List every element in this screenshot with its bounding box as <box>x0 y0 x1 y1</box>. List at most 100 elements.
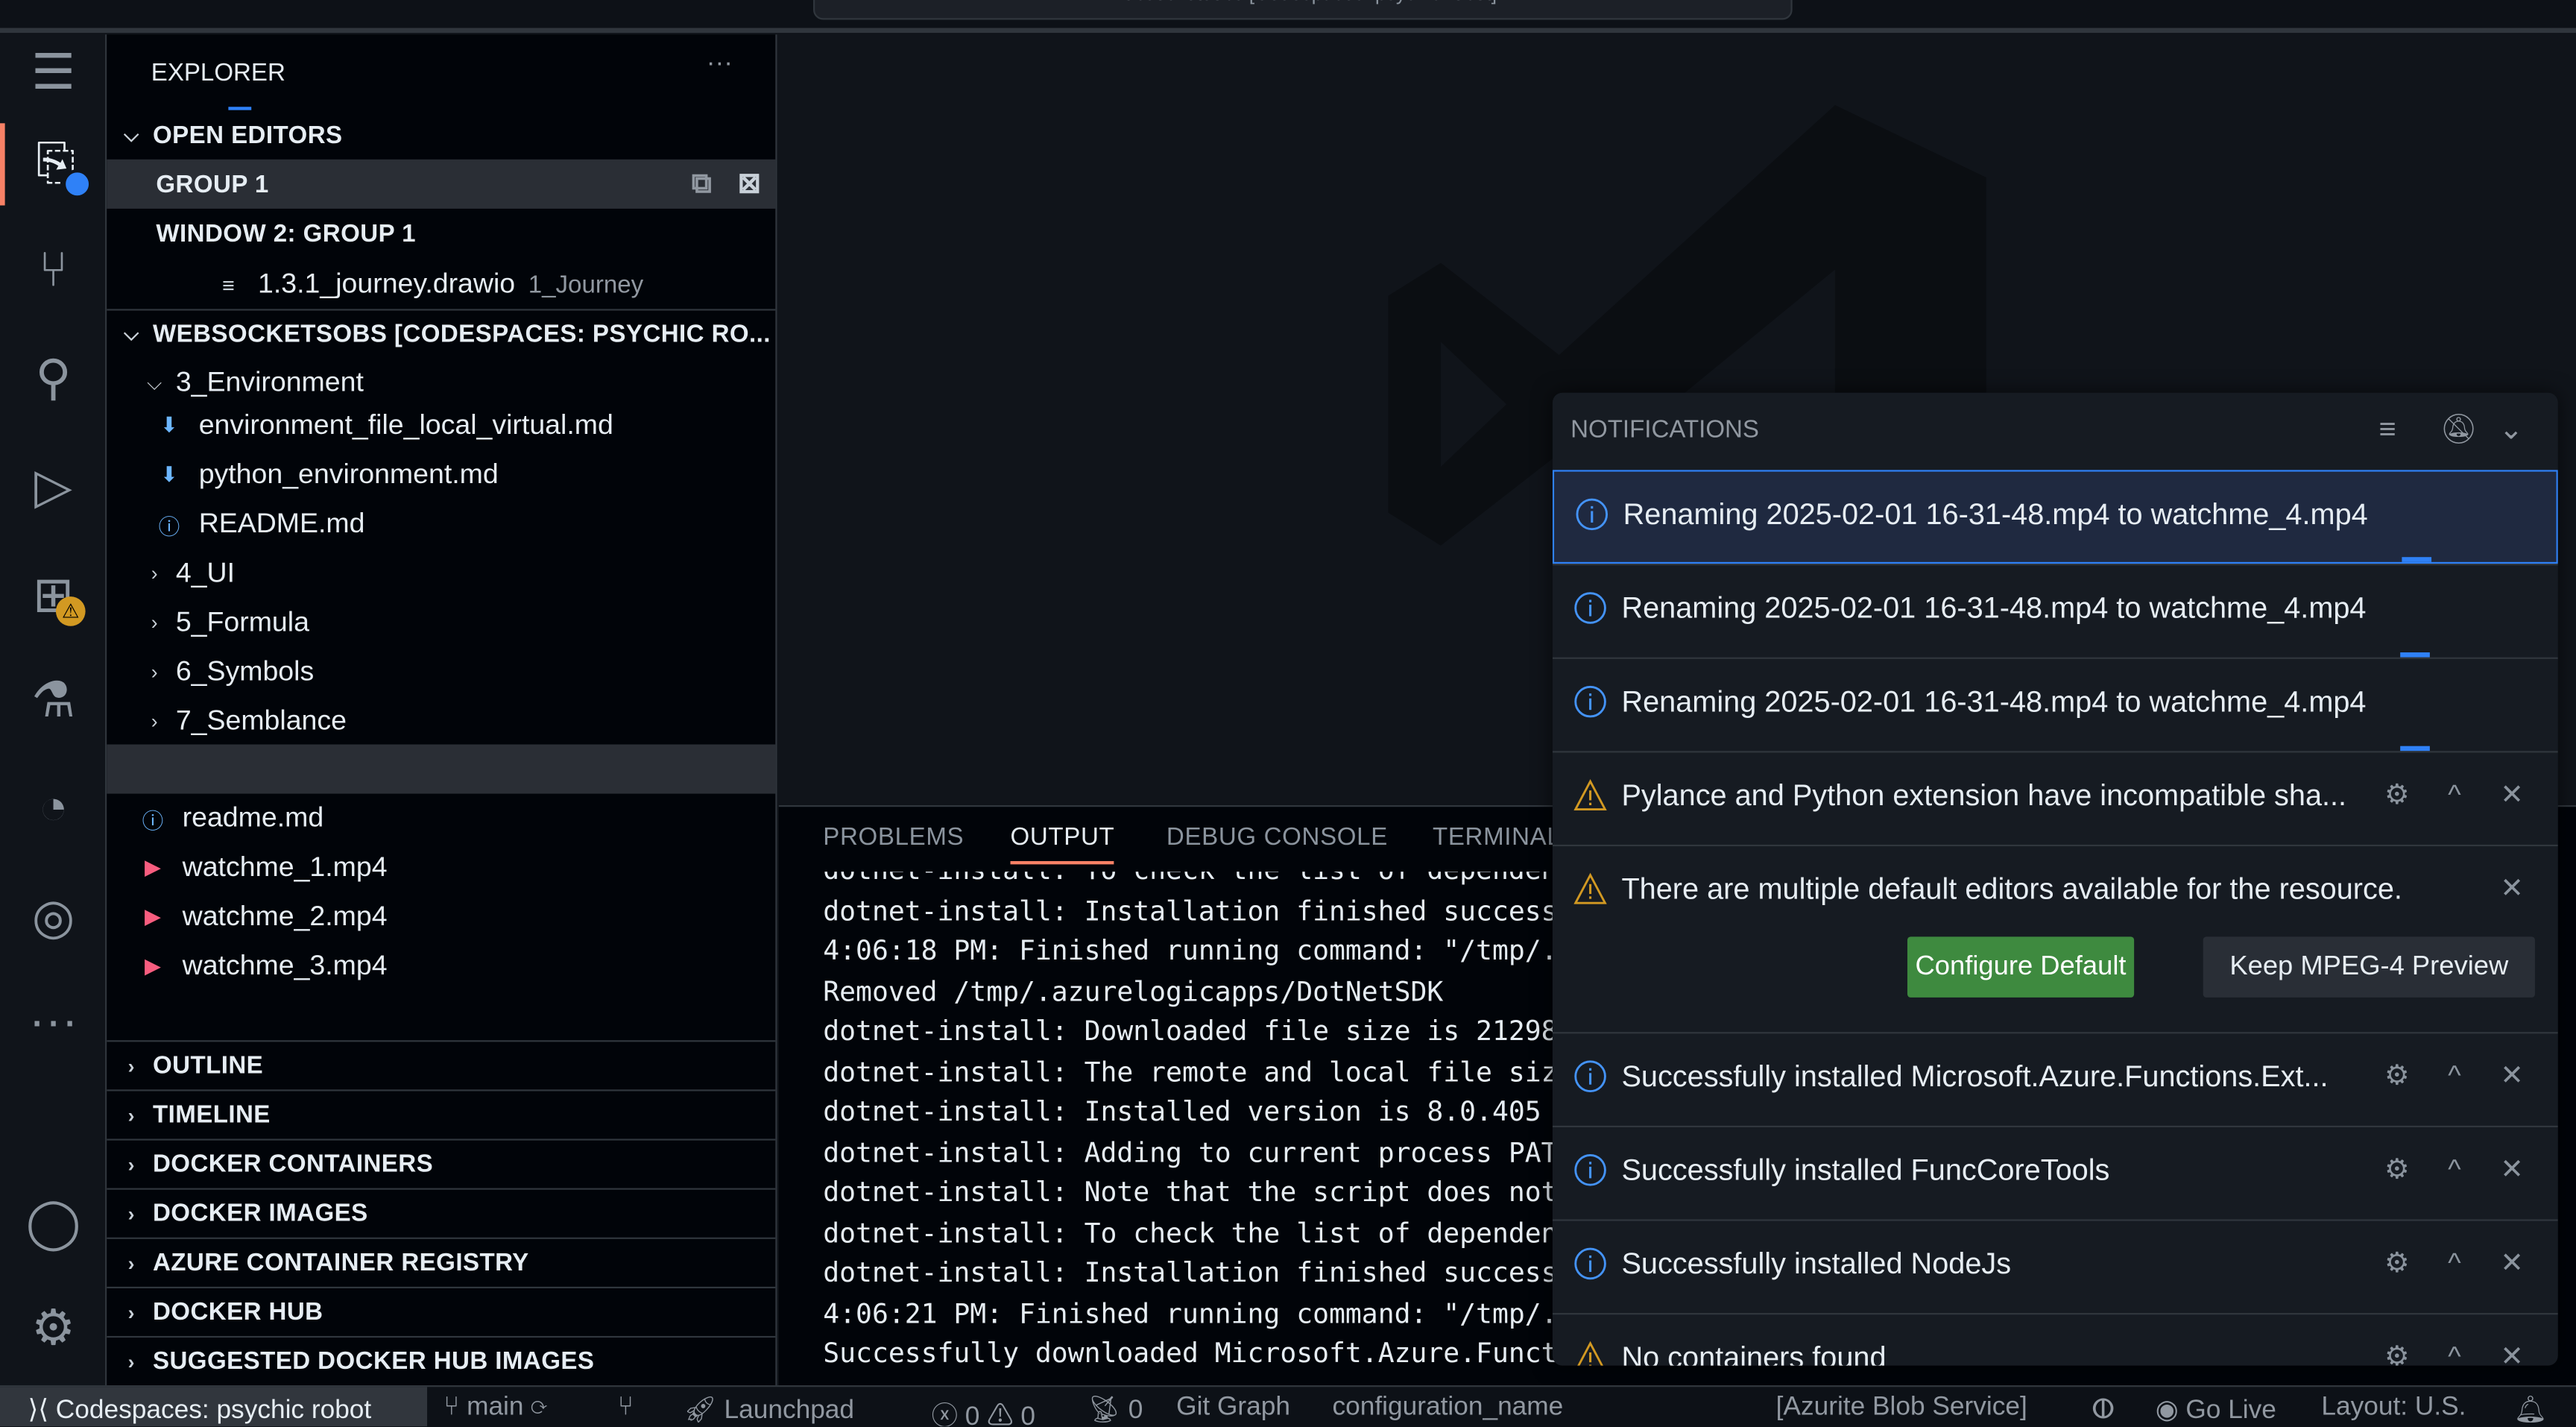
remote-explorer-icon[interactable]: ◎ <box>0 876 107 958</box>
launchpad-item[interactable]: 🚀︎ Launchpad <box>684 1393 854 1426</box>
notification-item[interactable]: Successfully installed Microsoft.Azure.F… <box>1552 1032 2558 1126</box>
tab-output[interactable]: OUTPUT <box>1010 823 1115 865</box>
section-open-editors[interactable]: ⌵ OPEN EDITORS <box>107 110 775 160</box>
close-all-icon[interactable]: ⊠ <box>738 168 762 201</box>
extensions-icon[interactable]: ⊞ ⚠ <box>0 554 107 636</box>
row-label: WEBSOCKETSOBS [CODESPACES: PSYCHIC RO... <box>152 320 771 349</box>
commit-icon[interactable]: ⵀ <box>2092 1393 2115 1426</box>
azurite-item[interactable]: [Azurite Blob Service] <box>1776 1393 2027 1423</box>
save-all-icon[interactable]: ⧉ <box>692 168 712 201</box>
keep-preview-button[interactable]: Keep MPEG-4 Preview <box>2203 936 2535 998</box>
tree-item[interactable]: › 4_UI <box>107 549 775 598</box>
group-window-2[interactable]: WINDOW 2: GROUP 1 <box>107 209 775 258</box>
chevron-up-icon[interactable]: ^ <box>2437 1341 2472 1366</box>
chevron-down-icon[interactable]: ⌄ <box>2498 412 2523 447</box>
explorer-title: EXPLORER <box>151 59 285 87</box>
gear-icon[interactable]: ⚙ <box>2379 1060 2415 1093</box>
output-line: 4:06:21 PM: Finished running command: "/… <box>823 1297 1558 1329</box>
open-editor-file[interactable]: ≡ 1.3.1_journey.drawio 1_Journey <box>107 259 775 309</box>
branch-item[interactable]: ⑂ main ⟳ <box>443 1393 546 1423</box>
settings-icon[interactable]: ⚙ <box>0 1287 107 1369</box>
info-icon: ⓘ <box>142 807 164 833</box>
row-label: README.md <box>198 508 365 539</box>
more-icon[interactable]: ··· <box>0 981 107 1063</box>
chevron-up-icon[interactable]: ^ <box>2437 779 2472 812</box>
notification-item[interactable]: No containers found ⚙ ^ ✕ <box>1552 1313 2558 1366</box>
download-arrow-icon: ⬇ <box>160 412 179 438</box>
tab-problems[interactable]: PROBLEMS <box>823 823 964 851</box>
tree-item[interactable]: ⬇ python_environment.md <box>107 450 775 500</box>
source-control-icon[interactable]: ⑂ <box>0 230 107 312</box>
tree-item[interactable]: ⬇ environment_file_local_virtual.md <box>107 401 775 450</box>
group-1[interactable]: GROUP 1 ⧉ ⊠ <box>107 159 776 209</box>
tree-item[interactable]: ⌵ 3_Environment <box>107 358 775 407</box>
do-not-disturb-bell-icon[interactable]: 🔕︎ <box>2440 412 2477 447</box>
close-icon[interactable]: ✕ <box>2494 1153 2530 1186</box>
output-line: dotnet-install: The remote and local fil… <box>823 1056 1558 1088</box>
ports-item[interactable]: 📡︎ 0 <box>1087 1393 1143 1426</box>
gear-icon[interactable]: ⚙ <box>2379 779 2415 812</box>
run-debug-icon[interactable]: ▷ <box>0 445 107 527</box>
tree-item[interactable]: ▶ watchme_2.mp4 <box>107 892 775 942</box>
command-center-search[interactable]: websocketsobs [Codespaces: psychic robot… <box>813 0 1793 20</box>
section-docker-hub[interactable]: › DOCKER HUB <box>107 1286 776 1336</box>
git-compare-icon[interactable]: ⑂ <box>618 1393 634 1423</box>
tree-item[interactable]: ▶ watchme_3.mp4 <box>107 942 775 991</box>
configuration-item[interactable]: configuration_name <box>1333 1393 1564 1423</box>
close-icon[interactable]: ✕ <box>2494 872 2530 905</box>
output-line: Successfully downloaded Microsoft.Azure.… <box>823 1338 1574 1370</box>
git-graph-item[interactable]: Git Graph <box>1176 1393 1290 1423</box>
gear-icon[interactable]: ⚙ <box>2379 1247 2415 1280</box>
notification-item[interactable]: Pylance and Python extension have incomp… <box>1552 751 2558 845</box>
clear-all-icon[interactable]: ≡ <box>2379 412 2396 447</box>
close-icon[interactable]: ✕ <box>2494 1247 2530 1280</box>
tree-item[interactable]: › 5_Formula <box>107 598 775 647</box>
notification-item[interactable]: Renaming 2025-02-01 16-31-48.mp4 to watc… <box>1552 470 2558 564</box>
section-docker-images[interactable]: › DOCKER IMAGES <box>107 1188 776 1238</box>
tree-item[interactable]: ⓘ readme.md <box>107 794 775 843</box>
menu-icon[interactable]: ☰ <box>0 31 107 113</box>
chevron-up-icon[interactable]: ^ <box>2437 1247 2472 1280</box>
search-icon[interactable]: ⚲ <box>0 337 107 419</box>
git-graph-icon[interactable]: ◔ <box>0 767 107 849</box>
tree-item-selected[interactable] <box>107 744 776 794</box>
chevron-right-icon: › <box>151 611 158 634</box>
section-timeline[interactable]: › TIMELINE <box>107 1089 776 1138</box>
tree-item[interactable]: ▶ watchme_1.mp4 <box>107 843 775 892</box>
notification-item[interactable]: Successfully installed FuncCoreTools ⚙ ^ ✕ <box>1552 1125 2558 1220</box>
notification-item[interactable]: Successfully installed NodeJs ⚙ ^ ✕ <box>1552 1219 2558 1313</box>
notification-item[interactable]: Renaming 2025-02-01 16-31-48.mp4 to watc… <box>1552 564 2558 658</box>
chevron-right-icon: › <box>127 1053 135 1077</box>
problems-item[interactable]: ⓧ 0 ⚠ 0 <box>932 1393 1035 1427</box>
notification-item[interactable]: Renaming 2025-02-01 16-31-48.mp4 to watc… <box>1552 657 2558 752</box>
account-icon[interactable]: ◯ <box>0 1182 107 1264</box>
tab-debug-console[interactable]: DEBUG CONSOLE <box>1167 823 1388 851</box>
testing-icon[interactable]: ⚗ <box>0 659 107 741</box>
close-icon[interactable]: ✕ <box>2494 1341 2530 1366</box>
configure-default-button[interactable]: Configure Default <box>1907 936 2135 998</box>
section-azure-container-registry[interactable]: › AZURE CONTAINER REGISTRY <box>107 1237 776 1287</box>
chevron-up-icon[interactable]: ^ <box>2437 1060 2472 1093</box>
close-icon[interactable]: ✕ <box>2494 779 2530 812</box>
row-label: WINDOW 2: GROUP 1 <box>156 219 416 248</box>
section-workspace[interactable]: ⌵ WEBSOCKETSOBS [CODESPACES: PSYCHIC RO..… <box>107 309 776 358</box>
tab-terminal[interactable]: TERMINAL <box>1433 823 1561 851</box>
output-line: dotnet-install: Installed version is 8.0… <box>823 1096 1541 1128</box>
tree-item[interactable]: › 6_Symbols <box>107 647 775 696</box>
explorer-icon[interactable]: ⎘ <box>0 123 107 206</box>
close-icon[interactable]: ✕ <box>2494 1060 2530 1093</box>
section-outline[interactable]: › OUTLINE <box>107 1040 776 1089</box>
tree-item[interactable]: ⓘ README.md <box>107 500 775 549</box>
output-line: dotnet-install: Downloaded file size is … <box>823 1015 1558 1048</box>
more-actions-icon[interactable]: ··· <box>707 49 733 79</box>
gear-icon[interactable]: ⚙ <box>2379 1153 2415 1186</box>
row-label: watchme_2.mp4 <box>182 900 388 932</box>
go-live-item[interactable]: ◉ Go Live <box>2156 1393 2276 1426</box>
section-docker-containers[interactable]: › DOCKER CONTAINERS <box>107 1138 776 1188</box>
gear-icon[interactable]: ⚙ <box>2379 1341 2415 1366</box>
layout-item[interactable]: Layout: U.S. <box>2321 1393 2466 1423</box>
tree-item[interactable]: › 7_Semblance <box>107 697 775 746</box>
chevron-up-icon[interactable]: ^ <box>2437 1153 2472 1186</box>
bell-icon[interactable]: 🔔︎ <box>2513 1393 2547 1426</box>
section-suggested-docker-hub-images[interactable]: › SUGGESTED DOCKER HUB IMAGES <box>107 1335 776 1385</box>
